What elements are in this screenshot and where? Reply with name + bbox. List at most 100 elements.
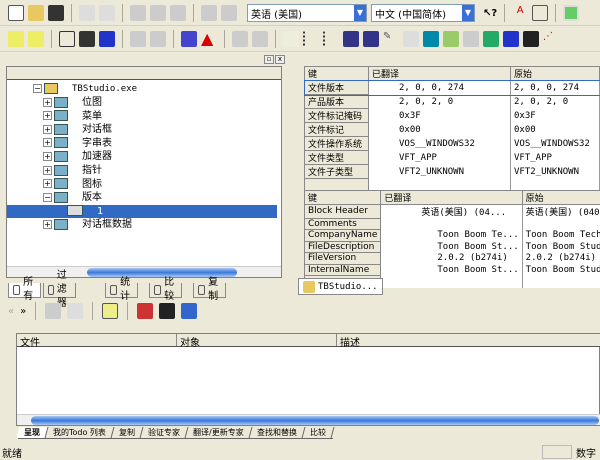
tab-bottom-2[interactable]: 复制	[111, 427, 144, 438]
save-icon[interactable]	[48, 5, 64, 21]
table-row[interactable]: FileDescription Toon Boom St... Toon Boom …	[303, 240, 600, 253]
translate2-icon[interactable]	[503, 31, 519, 47]
expand-icon[interactable]: +	[43, 219, 52, 229]
new-file-icon[interactable]	[8, 5, 24, 21]
tree-root[interactable]: − TBStudio.exe	[7, 82, 277, 95]
notes-icon[interactable]	[283, 31, 299, 47]
tab-left-4[interactable]: 复制	[193, 277, 226, 302]
tree-item[interactable]: + 菜单	[7, 110, 277, 123]
expand-icon[interactable]: +	[43, 111, 52, 121]
expand-icon[interactable]: +	[43, 179, 52, 189]
close-pane-button[interactable]: x	[275, 55, 285, 64]
tab-bottom-6[interactable]: 比较	[302, 427, 335, 438]
checklist2-icon[interactable]	[323, 31, 339, 47]
expand-icon[interactable]: +	[43, 124, 52, 134]
column-header[interactable]: 键	[303, 190, 382, 205]
table-row[interactable]: 文件子类型 VFT2_UNKNOWN VFT2_UNKNOWN	[304, 164, 600, 179]
tree-item[interactable]: + 对话框数据	[7, 218, 277, 231]
tree-item[interactable]: + 对话框	[7, 123, 277, 136]
globe-icon[interactable]	[483, 31, 499, 47]
globe-x-icon[interactable]	[137, 303, 154, 319]
cut-icon[interactable]	[130, 5, 146, 21]
doc2-icon[interactable]	[150, 31, 166, 47]
table-row[interactable]: 产品版本 2, 0, 2, 0 2, 0, 2, 0	[304, 94, 600, 109]
table-row[interactable]: InternalName Toon Boom St... Toon Boom Stu…	[303, 263, 600, 276]
tree-item[interactable]: + 加速器	[7, 150, 277, 163]
lock-icon[interactable]	[102, 303, 119, 319]
expand-icon[interactable]: +	[43, 97, 52, 107]
copy-icon[interactable]	[150, 5, 166, 21]
column-header[interactable]: 键	[304, 66, 369, 81]
cmd4-icon[interactable]	[67, 303, 84, 319]
column-file[interactable]: 文件	[17, 334, 177, 349]
paste-icon[interactable]	[170, 5, 186, 21]
table-row[interactable]: 文件版本 2, 0, 0, 274 2, 0, 0, 274	[303, 79, 600, 96]
people-icon[interactable]	[343, 31, 359, 47]
tab-bottom-3[interactable]: 验证专家	[140, 427, 189, 438]
source-language-select[interactable]: 英语 (美国) ▼	[247, 4, 367, 22]
tab-bottom-5[interactable]: 查找和替换	[249, 427, 306, 438]
expand-icon[interactable]: +	[43, 151, 52, 161]
translate-icon[interactable]	[99, 31, 115, 47]
window-icon[interactable]	[563, 5, 580, 21]
column-description[interactable]: 描述	[337, 334, 600, 349]
tab-left-0[interactable]: 所有	[8, 277, 41, 302]
horizontal-scrollbar[interactable]	[7, 266, 281, 277]
table-row[interactable]: 文件标记掩码 0x3F 0x3F	[304, 108, 600, 123]
open-folder-icon[interactable]	[28, 5, 44, 21]
collapse-icon[interactable]	[28, 31, 44, 47]
script-icon[interactable]	[532, 5, 549, 21]
cmd2-icon[interactable]	[221, 5, 237, 21]
refresh-icon[interactable]	[423, 31, 439, 47]
collapse-icon[interactable]: −	[43, 192, 52, 202]
column-header[interactable]: 原始	[510, 66, 600, 81]
tree-item[interactable]: + 图标	[7, 178, 277, 191]
pin-icon[interactable]: ✎	[383, 31, 399, 47]
previous-icon[interactable]: «	[8, 306, 14, 317]
column-object[interactable]: 对象	[177, 334, 337, 349]
export-icon[interactable]	[159, 303, 176, 319]
scroll-thumb[interactable]	[31, 416, 599, 425]
warning-icon[interactable]: ▲	[201, 31, 217, 47]
doc4-icon[interactable]	[252, 31, 268, 47]
copy2-icon[interactable]	[463, 31, 479, 47]
table-row[interactable]: Comments	[303, 217, 600, 230]
tree-item[interactable]: − 版本	[7, 191, 277, 204]
tab-bottom-4[interactable]: 翻译/更新专家	[185, 427, 253, 438]
tab-bottom-0[interactable]: 呈现	[16, 427, 49, 438]
tab-bottom-1[interactable]: 我的Todo 列表	[45, 427, 115, 438]
undo-icon[interactable]	[79, 5, 95, 21]
edit-icon[interactable]	[443, 31, 459, 47]
table-row[interactable]: Block Header 英语(美国) (04... 英语(美国) (040	[303, 204, 600, 219]
cmd3-icon[interactable]	[45, 303, 62, 319]
search-icon[interactable]	[403, 31, 419, 47]
binoculars-icon[interactable]	[523, 31, 539, 47]
tree-item[interactable]: + 位图	[7, 96, 277, 109]
redo-icon[interactable]	[99, 5, 115, 21]
link-icon[interactable]: ⋰	[543, 31, 559, 47]
expand-icon[interactable]: +	[43, 138, 52, 148]
pin-pane-button[interactable]: ▫	[264, 55, 274, 64]
doc1-icon[interactable]	[130, 31, 146, 47]
tree-item[interactable]: + 指针	[7, 164, 277, 177]
checklist-icon[interactable]	[303, 31, 319, 47]
doc3-icon[interactable]	[232, 31, 248, 47]
validate-icon[interactable]	[181, 31, 197, 47]
collapse-icon[interactable]: −	[33, 83, 42, 93]
people2-icon[interactable]	[363, 31, 379, 47]
expand-icon[interactable]	[8, 31, 24, 47]
globe-edit-icon[interactable]	[181, 303, 198, 319]
tab-left-3[interactable]: 比较	[149, 277, 182, 302]
column-header[interactable]: 原始	[521, 190, 600, 205]
chevron-down-icon[interactable]: ▼	[354, 5, 366, 21]
tree-item[interactable]: 1	[7, 204, 277, 218]
column-header[interactable]: 已翻译	[368, 66, 511, 81]
target-language-select[interactable]: 中文 (中国简体) ▼	[371, 4, 475, 22]
tab-left-1[interactable]: 过滤器	[43, 270, 76, 309]
column-header[interactable]: 已翻译	[380, 190, 523, 205]
table-row[interactable]: FileVersion 2.0.2 (b274i) 2.0.2 (b274i)	[303, 252, 600, 265]
horizontal-scrollbar[interactable]	[17, 414, 600, 425]
table-row[interactable]: 文件类型 VFT_APP VFT_APP	[304, 150, 600, 165]
tab-left-2[interactable]: 统计	[105, 277, 138, 302]
font-a-icon[interactable]: A	[512, 5, 528, 21]
